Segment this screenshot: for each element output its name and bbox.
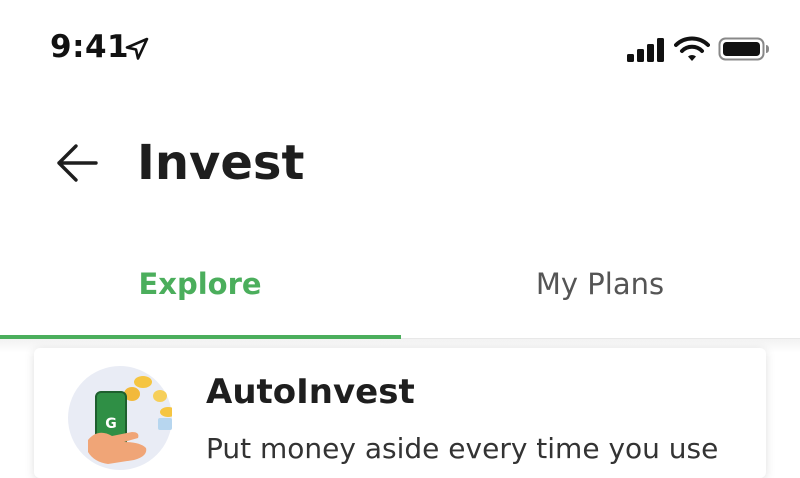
status-time: 9:41 [50,29,130,65]
autoinvest-card[interactable]: G AutoInvest Put money aside every time … [34,348,766,478]
tab-my-plans-label: My Plans [535,267,665,301]
page-title: Invest [137,135,305,191]
card-title: AutoInvest [206,372,415,412]
tab-explore[interactable]: Explore [0,250,400,338]
back-arrow-icon[interactable] [54,141,100,185]
autoinvest-phone-coins-icon: G [68,366,172,470]
tab-my-plans[interactable]: My Plans [400,250,800,338]
tab-bar: Explore My Plans [0,250,800,340]
location-arrow-icon [125,37,149,60]
wifi-icon [674,36,710,61]
svg-text:G: G [105,416,117,432]
tab-explore-label: Explore [138,267,262,301]
battery-icon [718,37,769,61]
signal-bars-icon [627,38,664,62]
card-description: Put money aside every time you use [206,432,719,465]
status-bar: 9:41 [0,0,800,100]
